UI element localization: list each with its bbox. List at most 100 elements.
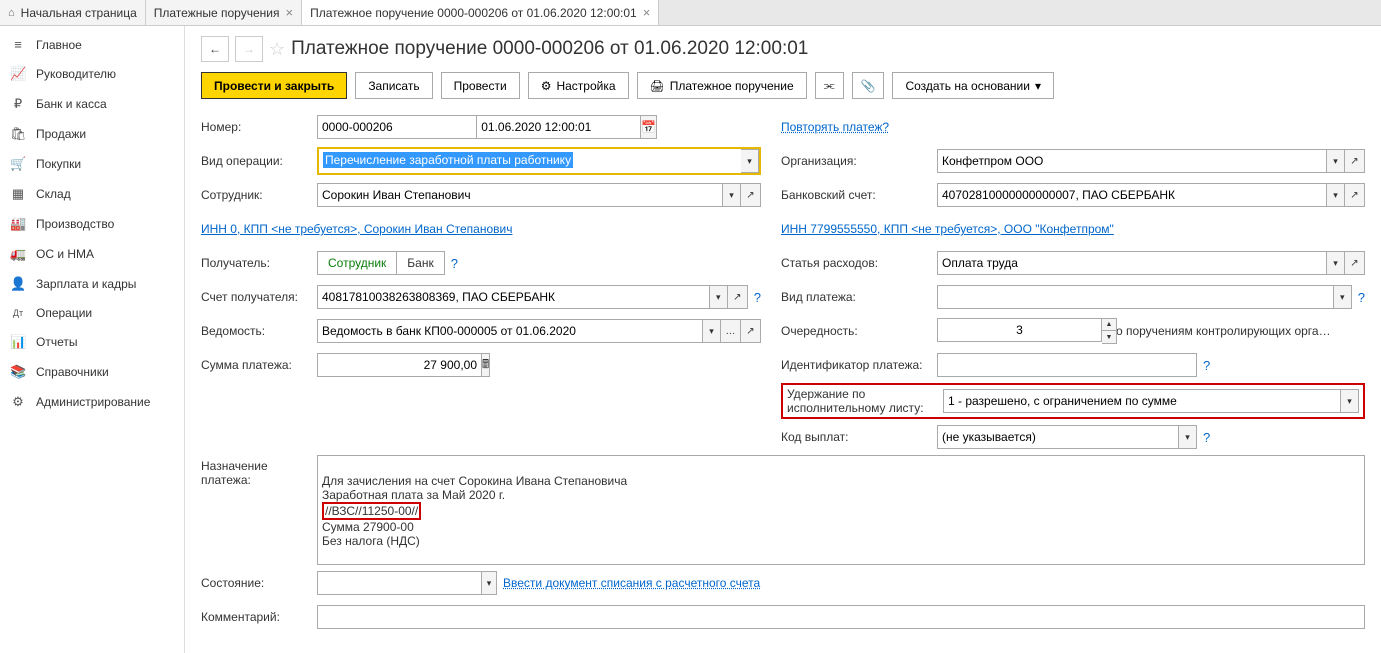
sidebar-item-label: Производство (36, 217, 114, 231)
sum-input[interactable] (317, 353, 482, 377)
help-icon[interactable]: ? (754, 290, 761, 305)
books-icon: 📚 (10, 364, 26, 380)
purpose-textarea[interactable]: Для зачисления на счет Сорокина Ивана Ст… (317, 455, 1365, 565)
open-icon[interactable]: ↗ (741, 319, 761, 343)
close-icon[interactable]: × (643, 5, 651, 20)
expense-select[interactable] (937, 251, 1327, 275)
chevron-down-icon[interactable]: ▾ (1327, 251, 1345, 275)
org-label: Организация: (781, 154, 931, 168)
org-select[interactable] (937, 149, 1327, 173)
post-and-close-button[interactable]: Провести и закрыть (201, 72, 347, 99)
gear-icon: ⚙ (541, 79, 552, 93)
recipient-employee-button[interactable]: Сотрудник (318, 252, 396, 274)
attach-button[interactable]: 📎 (852, 72, 885, 99)
tab-payments-list[interactable]: Платежные поручения × (146, 0, 302, 25)
withhold-select[interactable] (943, 389, 1341, 413)
chevron-down-icon[interactable]: ▾ (482, 571, 497, 595)
sidebar-item-manager[interactable]: 📈Руководителю (0, 59, 184, 89)
save-button[interactable]: Записать (355, 72, 432, 99)
paycode-select[interactable] (937, 425, 1179, 449)
grid-icon: ▦ (10, 186, 26, 202)
priority-stepper[interactable] (937, 318, 1102, 342)
sidebar-item-sales[interactable]: 🛍Продажи (0, 119, 184, 149)
paperclip-icon: 📎 (861, 79, 876, 93)
sidebar-item-operations[interactable]: ДтОперации (0, 299, 184, 327)
chevron-down-icon[interactable]: ▼ (1102, 331, 1116, 343)
chevron-up-icon[interactable]: ▲ (1102, 319, 1116, 331)
post-button[interactable]: Провести (441, 72, 520, 99)
close-icon[interactable]: × (285, 5, 293, 20)
help-icon[interactable]: ? (1358, 290, 1365, 305)
pay-type-select[interactable] (937, 285, 1334, 309)
sidebar-item-main[interactable]: ≡Главное (0, 30, 184, 59)
state-label: Состояние: (201, 576, 311, 590)
chevron-down-icon[interactable]: ▾ (1179, 425, 1197, 449)
more-icon[interactable]: … (721, 319, 741, 343)
star-icon[interactable]: ☆ (269, 39, 285, 60)
inn-left-link[interactable]: ИНН 0, КПП <не требуется>, Сорокин Иван … (201, 222, 512, 236)
calculator-icon[interactable]: 🖩 (482, 353, 490, 377)
open-icon[interactable]: ↗ (1345, 183, 1365, 207)
chevron-down-icon[interactable]: ▾ (1341, 389, 1359, 413)
help-icon[interactable]: ? (451, 256, 458, 271)
rec-acc-select[interactable] (317, 285, 710, 309)
open-icon[interactable]: ↗ (728, 285, 748, 309)
open-icon[interactable]: ↗ (1345, 251, 1365, 275)
sidebar-item-assets[interactable]: 🚛ОС и НМА (0, 239, 184, 269)
employee-select[interactable] (317, 183, 723, 207)
priority-label: Очередность: (781, 324, 931, 338)
sidebar-item-catalogs[interactable]: 📚Справочники (0, 357, 184, 387)
vzs-highlight: //ВЗС//11250-00// (322, 502, 421, 520)
sidebar-item-label: ОС и НМА (36, 247, 94, 261)
help-icon[interactable]: ? (1203, 358, 1210, 373)
sidebar-item-label: Руководителю (36, 67, 116, 81)
nav-back-button[interactable]: ← (201, 36, 229, 62)
sidebar-item-label: Зарплата и кадры (36, 277, 136, 291)
chevron-down-icon[interactable]: ▾ (710, 285, 728, 309)
open-icon[interactable]: ↗ (741, 183, 761, 207)
recipient-bank-button[interactable]: Банк (396, 252, 443, 274)
settings-button[interactable]: ⚙Настройка (528, 72, 629, 99)
print-button[interactable]: 🖨Платежное поручение (637, 72, 807, 99)
sidebar-item-reports[interactable]: 📊Отчеты (0, 327, 184, 357)
sidebar-item-label: Операции (36, 306, 92, 320)
state-select[interactable] (317, 571, 482, 595)
help-icon[interactable]: ? (1203, 430, 1210, 445)
tab-home[interactable]: ⌂ Начальная страница (0, 0, 146, 25)
payer-id-label: Идентификатор платежа: (781, 358, 931, 372)
chevron-down-icon[interactable]: ▾ (741, 149, 759, 173)
writeoff-link[interactable]: Ввести документ списания с расчетного сч… (503, 576, 760, 590)
repeat-payment-link[interactable]: Повторять платеж? (781, 120, 889, 134)
structure-button[interactable]: ⫘ (815, 72, 844, 99)
sidebar-item-admin[interactable]: ⚙Администрирование (0, 387, 184, 417)
sidebar-item-payroll[interactable]: 👤 Зарплата и кадры (0, 269, 184, 299)
tab-label: Начальная страница (21, 6, 137, 20)
inn-right-link[interactable]: ИНН 7799555550, КПП <не требуется>, ООО … (781, 222, 1114, 236)
open-icon[interactable]: ↗ (1345, 149, 1365, 173)
sidebar-item-label: Склад (36, 187, 71, 201)
chevron-down-icon[interactable]: ▾ (723, 183, 741, 207)
vedomost-select[interactable] (317, 319, 703, 343)
number-input[interactable] (317, 115, 482, 139)
chevron-down-icon[interactable]: ▾ (1327, 149, 1345, 173)
date-input[interactable] (476, 115, 641, 139)
sidebar-item-production[interactable]: 🏭Производство (0, 209, 184, 239)
comment-input[interactable] (317, 605, 1365, 629)
sidebar-item-purchases[interactable]: 🛒Покупки (0, 149, 184, 179)
op-type-select[interactable]: Перечисление заработной платы работнику (319, 149, 741, 171)
calendar-icon[interactable]: 📅 (641, 115, 657, 139)
tab-payment-doc[interactable]: Платежное поручение 0000-000206 от 01.06… (302, 0, 659, 25)
priority-spinner[interactable]: ▲▼ (1102, 318, 1117, 344)
chevron-down-icon[interactable]: ▾ (1327, 183, 1345, 207)
create-based-button[interactable]: Создать на основании ▾ (892, 72, 1054, 99)
payer-id-input[interactable] (937, 353, 1197, 377)
person-icon: 👤 (10, 276, 26, 292)
nav-forward-button[interactable]: → (235, 36, 263, 62)
chevron-down-icon[interactable]: ▾ (1334, 285, 1352, 309)
sidebar-item-label: Главное (36, 38, 82, 52)
bank-acc-select[interactable] (937, 183, 1327, 207)
sidebar-item-bank[interactable]: ₽Банк и касса (0, 89, 184, 119)
home-icon: ⌂ (8, 7, 15, 19)
sidebar-item-warehouse[interactable]: ▦ Склад (0, 179, 184, 209)
chevron-down-icon[interactable]: ▾ (703, 319, 721, 343)
